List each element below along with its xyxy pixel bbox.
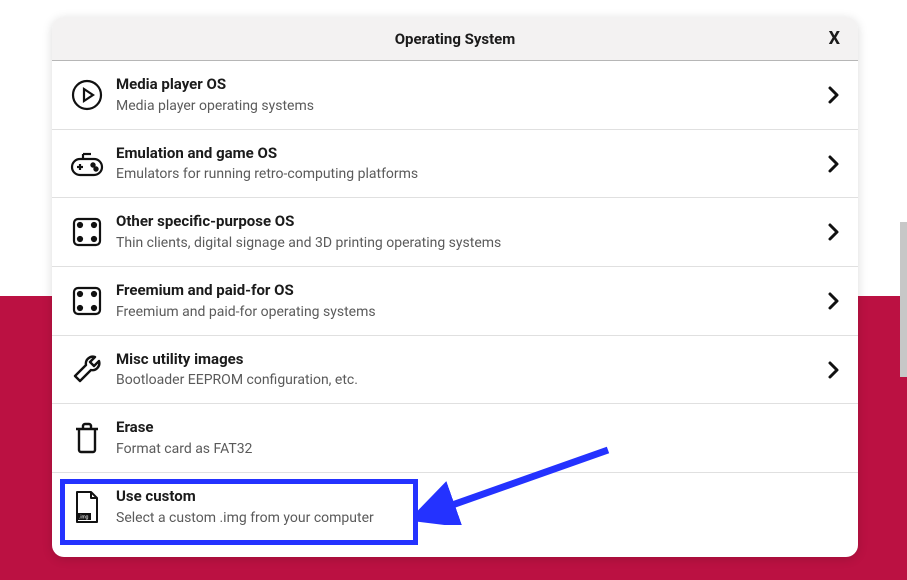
list-item-title: Emulation and game OS bbox=[116, 144, 810, 164]
list-item-subtitle: Freemium and paid-for operating systems bbox=[116, 303, 810, 321]
list-item-subtitle: Thin clients, digital signage and 3D pri… bbox=[116, 234, 810, 252]
scrollbar-thumb[interactable] bbox=[900, 222, 907, 377]
dice-icon bbox=[66, 213, 108, 251]
close-button[interactable]: X bbox=[829, 17, 840, 60]
list-item-erase[interactable]: Erase Format card as FAT32 bbox=[52, 404, 858, 473]
gamepad-icon bbox=[66, 145, 108, 183]
os-list[interactable]: Media player OS Media player operating s… bbox=[52, 61, 858, 557]
list-item-subtitle: Bootloader EEPROM configuration, etc. bbox=[116, 371, 810, 389]
chevron-right-icon bbox=[810, 360, 840, 380]
chevron-right-icon bbox=[810, 85, 840, 105]
list-item-title: Media player OS bbox=[116, 75, 810, 95]
chevron-right-icon bbox=[810, 222, 840, 242]
list-item-media-player-os[interactable]: Media player OS Media player operating s… bbox=[52, 61, 858, 130]
list-item-subtitle: Select a custom .img from your computer bbox=[116, 509, 810, 527]
chevron-right-icon bbox=[810, 291, 840, 311]
wrench-icon bbox=[66, 351, 108, 389]
os-selector-modal: Operating System X Media player OS Media… bbox=[52, 17, 858, 557]
trash-icon bbox=[66, 419, 108, 457]
modal-header: Operating System X bbox=[52, 17, 858, 61]
list-item-title: Erase bbox=[116, 418, 810, 438]
list-item-title: Freemium and paid-for OS bbox=[116, 281, 810, 301]
list-item-emulation-game-os[interactable]: Emulation and game OS Emulators for runn… bbox=[52, 130, 858, 199]
list-item-title: Misc utility images bbox=[116, 350, 810, 370]
list-item-title: Use custom bbox=[116, 487, 810, 507]
list-item-misc-utility-images[interactable]: Misc utility images Bootloader EEPROM co… bbox=[52, 336, 858, 405]
list-item-other-specific-os[interactable]: Other specific-purpose OS Thin clients, … bbox=[52, 198, 858, 267]
chevron-right-icon bbox=[810, 154, 840, 174]
list-item-use-custom[interactable]: .img Use custom Select a custom .img fro… bbox=[52, 473, 858, 541]
svg-text:.img: .img bbox=[79, 514, 89, 520]
modal-title: Operating System bbox=[395, 30, 516, 48]
list-item-subtitle: Media player operating systems bbox=[116, 97, 810, 115]
img-file-icon: .img bbox=[66, 488, 108, 526]
dice-icon bbox=[66, 282, 108, 320]
list-item-subtitle: Format card as FAT32 bbox=[116, 440, 810, 458]
list-item-subtitle: Emulators for running retro-computing pl… bbox=[116, 165, 810, 183]
list-item-title: Other specific-purpose OS bbox=[116, 212, 810, 232]
list-item-freemium-paid-os[interactable]: Freemium and paid-for OS Freemium and pa… bbox=[52, 267, 858, 336]
play-circle-icon bbox=[66, 76, 108, 114]
